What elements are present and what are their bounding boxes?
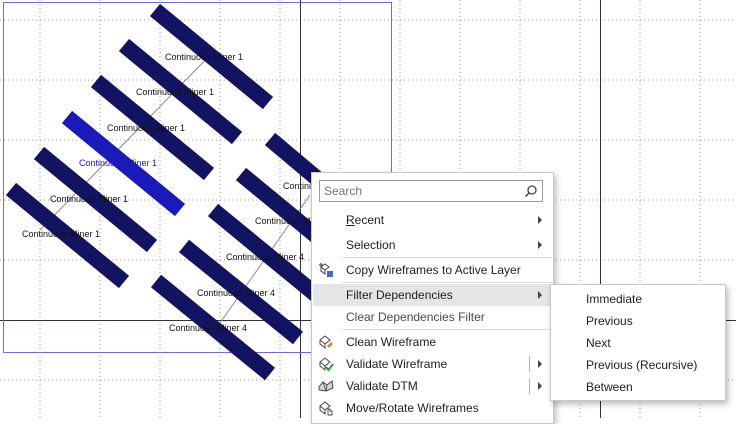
menu-item-clean-wireframe-label: Clean Wireframe: [346, 335, 437, 349]
wireframe-label: Continuous Miner 1: [50, 194, 128, 204]
menu-item-filter-dependencies[interactable]: Filter Dependencies: [313, 284, 552, 306]
filter-dependencies-submenu: Immediate Previous Next Previous (Recurs…: [550, 284, 726, 401]
chevron-right-icon[interactable]: [538, 382, 542, 390]
menu-item-filter-dependencies-label: Filter Dependencies: [346, 288, 453, 302]
menu-item-move-rotate-wireframes-label: Move/Rotate Wireframes: [346, 401, 479, 415]
submenu-item-immediate[interactable]: Immediate: [552, 287, 724, 309]
menu-item-copy-wireframes-label: Copy Wireframes to Active Layer: [346, 263, 521, 277]
menu-item-validate-dtm[interactable]: Validate DTM: [313, 375, 552, 397]
submenu-item-next[interactable]: Next: [552, 331, 724, 353]
menu-separator: [342, 329, 552, 330]
wireframe-label: Continuous Miner 1: [107, 123, 185, 133]
menu-item-validate-wireframe-label: Validate Wireframe: [346, 357, 448, 371]
chevron-right-icon: [538, 241, 542, 249]
context-menu: Recent Selection Copy Wireframes to Acti…: [311, 172, 554, 424]
wireframe-label: Continuous Miner 4: [197, 288, 275, 298]
menu-search-input[interactable]: [324, 183, 524, 199]
split-button-divider: [529, 378, 530, 394]
submenu-item-previous-recursive-label: Previous (Recursive): [586, 358, 698, 372]
submenu-item-previous[interactable]: Previous: [552, 309, 724, 331]
wireframe-label: Continuous Miner 1: [79, 158, 157, 168]
move-rotate-icon: [319, 401, 333, 416]
chevron-right-icon: [538, 216, 542, 224]
search-icon[interactable]: [524, 184, 538, 198]
submenu-item-immediate-label: Immediate: [586, 292, 643, 306]
wireframe-label: Continuous Miner 1: [22, 229, 100, 239]
menu-separator: [342, 282, 552, 283]
wireframe-label: Continuous Miner 1: [165, 52, 243, 62]
wireframe-label: Continuous Miner 4: [226, 252, 304, 262]
validate-wireframe-icon: [319, 357, 334, 372]
menu-item-recent-label: Recent: [346, 213, 385, 227]
wireframe-solids[interactable]: [5, 3, 326, 381]
menu-item-clean-wireframe[interactable]: Clean Wireframe: [313, 331, 552, 353]
wireframe-label: Continuous Miner 4: [169, 323, 247, 333]
clean-wireframe-icon: [319, 335, 333, 350]
split-button-divider: [529, 356, 530, 372]
menu-item-selection-label: Selection: [346, 238, 396, 252]
submenu-item-previous-recursive[interactable]: Previous (Recursive): [552, 353, 724, 375]
menu-item-validate-wireframe[interactable]: Validate Wireframe: [313, 353, 552, 375]
menu-item-clear-dependencies-filter-label: Clear Dependencies Filter: [346, 310, 485, 324]
wireframe-label: Continuous Miner 1: [136, 87, 214, 97]
menu-item-clear-dependencies-filter[interactable]: Clear Dependencies Filter: [313, 306, 552, 328]
copy-wireframes-icon: [319, 263, 333, 277]
submenu-item-previous-label: Previous: [586, 314, 633, 328]
menu-separator: [342, 257, 552, 258]
menu-search-box[interactable]: [319, 180, 543, 202]
submenu-item-between-label: Between: [586, 380, 633, 394]
menu-item-move-rotate-wireframes[interactable]: Move/Rotate Wireframes: [313, 397, 552, 419]
menu-item-copy-wireframes[interactable]: Copy Wireframes to Active Layer: [313, 259, 552, 281]
menu-item-selection[interactable]: Selection: [313, 234, 552, 256]
menu-item-recent[interactable]: Recent: [313, 209, 552, 231]
menu-item-validate-dtm-label: Validate DTM: [346, 379, 418, 393]
submenu-item-next-label: Next: [586, 336, 611, 350]
chevron-right-icon: [538, 291, 542, 299]
validate-dtm-icon: [318, 380, 334, 392]
chevron-right-icon[interactable]: [538, 360, 542, 368]
submenu-item-between[interactable]: Between: [552, 375, 724, 397]
